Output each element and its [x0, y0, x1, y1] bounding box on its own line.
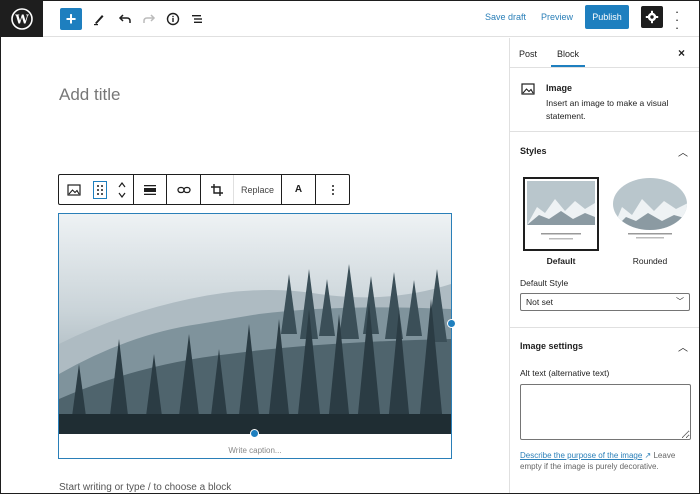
default-style-select[interactable]: Not set ﹀	[520, 293, 690, 311]
crop-group: Replace	[201, 175, 283, 204]
chevron-up-icon[interactable]: ︿	[678, 144, 688, 159]
image-settings-panel-title[interactable]: Image settings	[520, 341, 583, 351]
editor-window: W + Save draft Preview Publish · · · Add…	[0, 0, 700, 494]
image-block[interactable]: Write caption...	[58, 213, 452, 459]
image-block-icon[interactable]	[59, 175, 89, 204]
alt-text-input[interactable]	[520, 384, 691, 440]
alt-text-label: Alt text (alternative text)	[520, 368, 610, 378]
link-icon[interactable]	[167, 175, 200, 204]
resize-handle-bottom[interactable]	[250, 429, 259, 438]
save-draft-button[interactable]: Save draft	[485, 12, 526, 22]
style-option-rounded[interactable]	[612, 177, 688, 246]
wordpress-logo[interactable]: W	[1, 1, 43, 37]
styles-panel-title[interactable]: Styles	[520, 146, 547, 156]
add-block-button[interactable]: +	[60, 8, 82, 30]
tab-block[interactable]: Block	[557, 49, 579, 59]
replace-button[interactable]: Replace	[233, 175, 281, 204]
post-title-input[interactable]: Add title	[59, 85, 120, 105]
move-up-down-icon[interactable]	[111, 175, 133, 204]
panel-divider	[510, 327, 699, 328]
sidebar-tabs: Post Block ×	[510, 38, 699, 68]
block-card-title: Image	[546, 83, 573, 93]
close-icon[interactable]: ×	[678, 46, 685, 60]
chevron-down-icon: ﹀	[676, 297, 684, 306]
block-card-description: Insert an image to make a visual stateme…	[546, 98, 669, 121]
crop-icon[interactable]	[201, 175, 233, 204]
more-options-group	[316, 175, 349, 204]
text-overlay-group: A	[282, 175, 317, 204]
tab-post[interactable]: Post	[519, 49, 537, 59]
list-view-icon[interactable]	[189, 7, 205, 31]
drag-handle-icon[interactable]	[89, 175, 111, 204]
style-option-default[interactable]	[523, 177, 599, 251]
block-appender-placeholder[interactable]: Start writing or type / to choose a bloc…	[59, 482, 231, 493]
info-icon[interactable]	[165, 7, 181, 31]
alt-text-help: Describe the purpose of the image ↗ Leav…	[520, 450, 692, 472]
pencil-icon[interactable]	[91, 7, 107, 31]
redo-icon[interactable]	[141, 7, 157, 31]
default-style-value: Not set	[526, 297, 553, 307]
gear-icon[interactable]	[641, 6, 663, 28]
style-option-rounded-label: Rounded	[632, 256, 668, 266]
image-block-icon	[521, 82, 535, 100]
align-group	[134, 175, 167, 204]
resize-handle-right[interactable]	[447, 319, 456, 328]
link-group	[167, 175, 201, 204]
default-style-label: Default Style	[520, 278, 569, 288]
top-toolbar: W + Save draft Preview Publish · · ·	[1, 1, 699, 37]
block-card: Image Insert an image to make a visual s…	[510, 69, 699, 132]
image-caption-input[interactable]: Write caption...	[59, 446, 451, 455]
external-link-icon: ↗	[644, 451, 652, 460]
svg-text:W: W	[14, 13, 29, 27]
undo-icon[interactable]	[117, 7, 133, 31]
style-option-default-label: Default	[546, 256, 576, 266]
text-overlay-button[interactable]: A	[282, 175, 315, 204]
block-switcher-group	[59, 175, 134, 204]
align-icon[interactable]	[134, 175, 166, 204]
alt-text-help-link[interactable]: Describe the purpose of the image	[520, 451, 642, 460]
publish-button[interactable]: Publish	[585, 5, 629, 29]
forest-image	[59, 214, 451, 434]
kebab-icon[interactable]	[316, 175, 349, 204]
preview-button[interactable]: Preview	[541, 12, 573, 22]
active-tab-indicator	[551, 65, 585, 67]
chevron-up-icon[interactable]: ︿	[678, 339, 688, 354]
block-toolbar: Replace A	[58, 174, 350, 205]
kebab-icon[interactable]: · · ·	[672, 5, 682, 34]
settings-sidebar: Post Block × Image Insert an image to ma…	[509, 38, 699, 493]
